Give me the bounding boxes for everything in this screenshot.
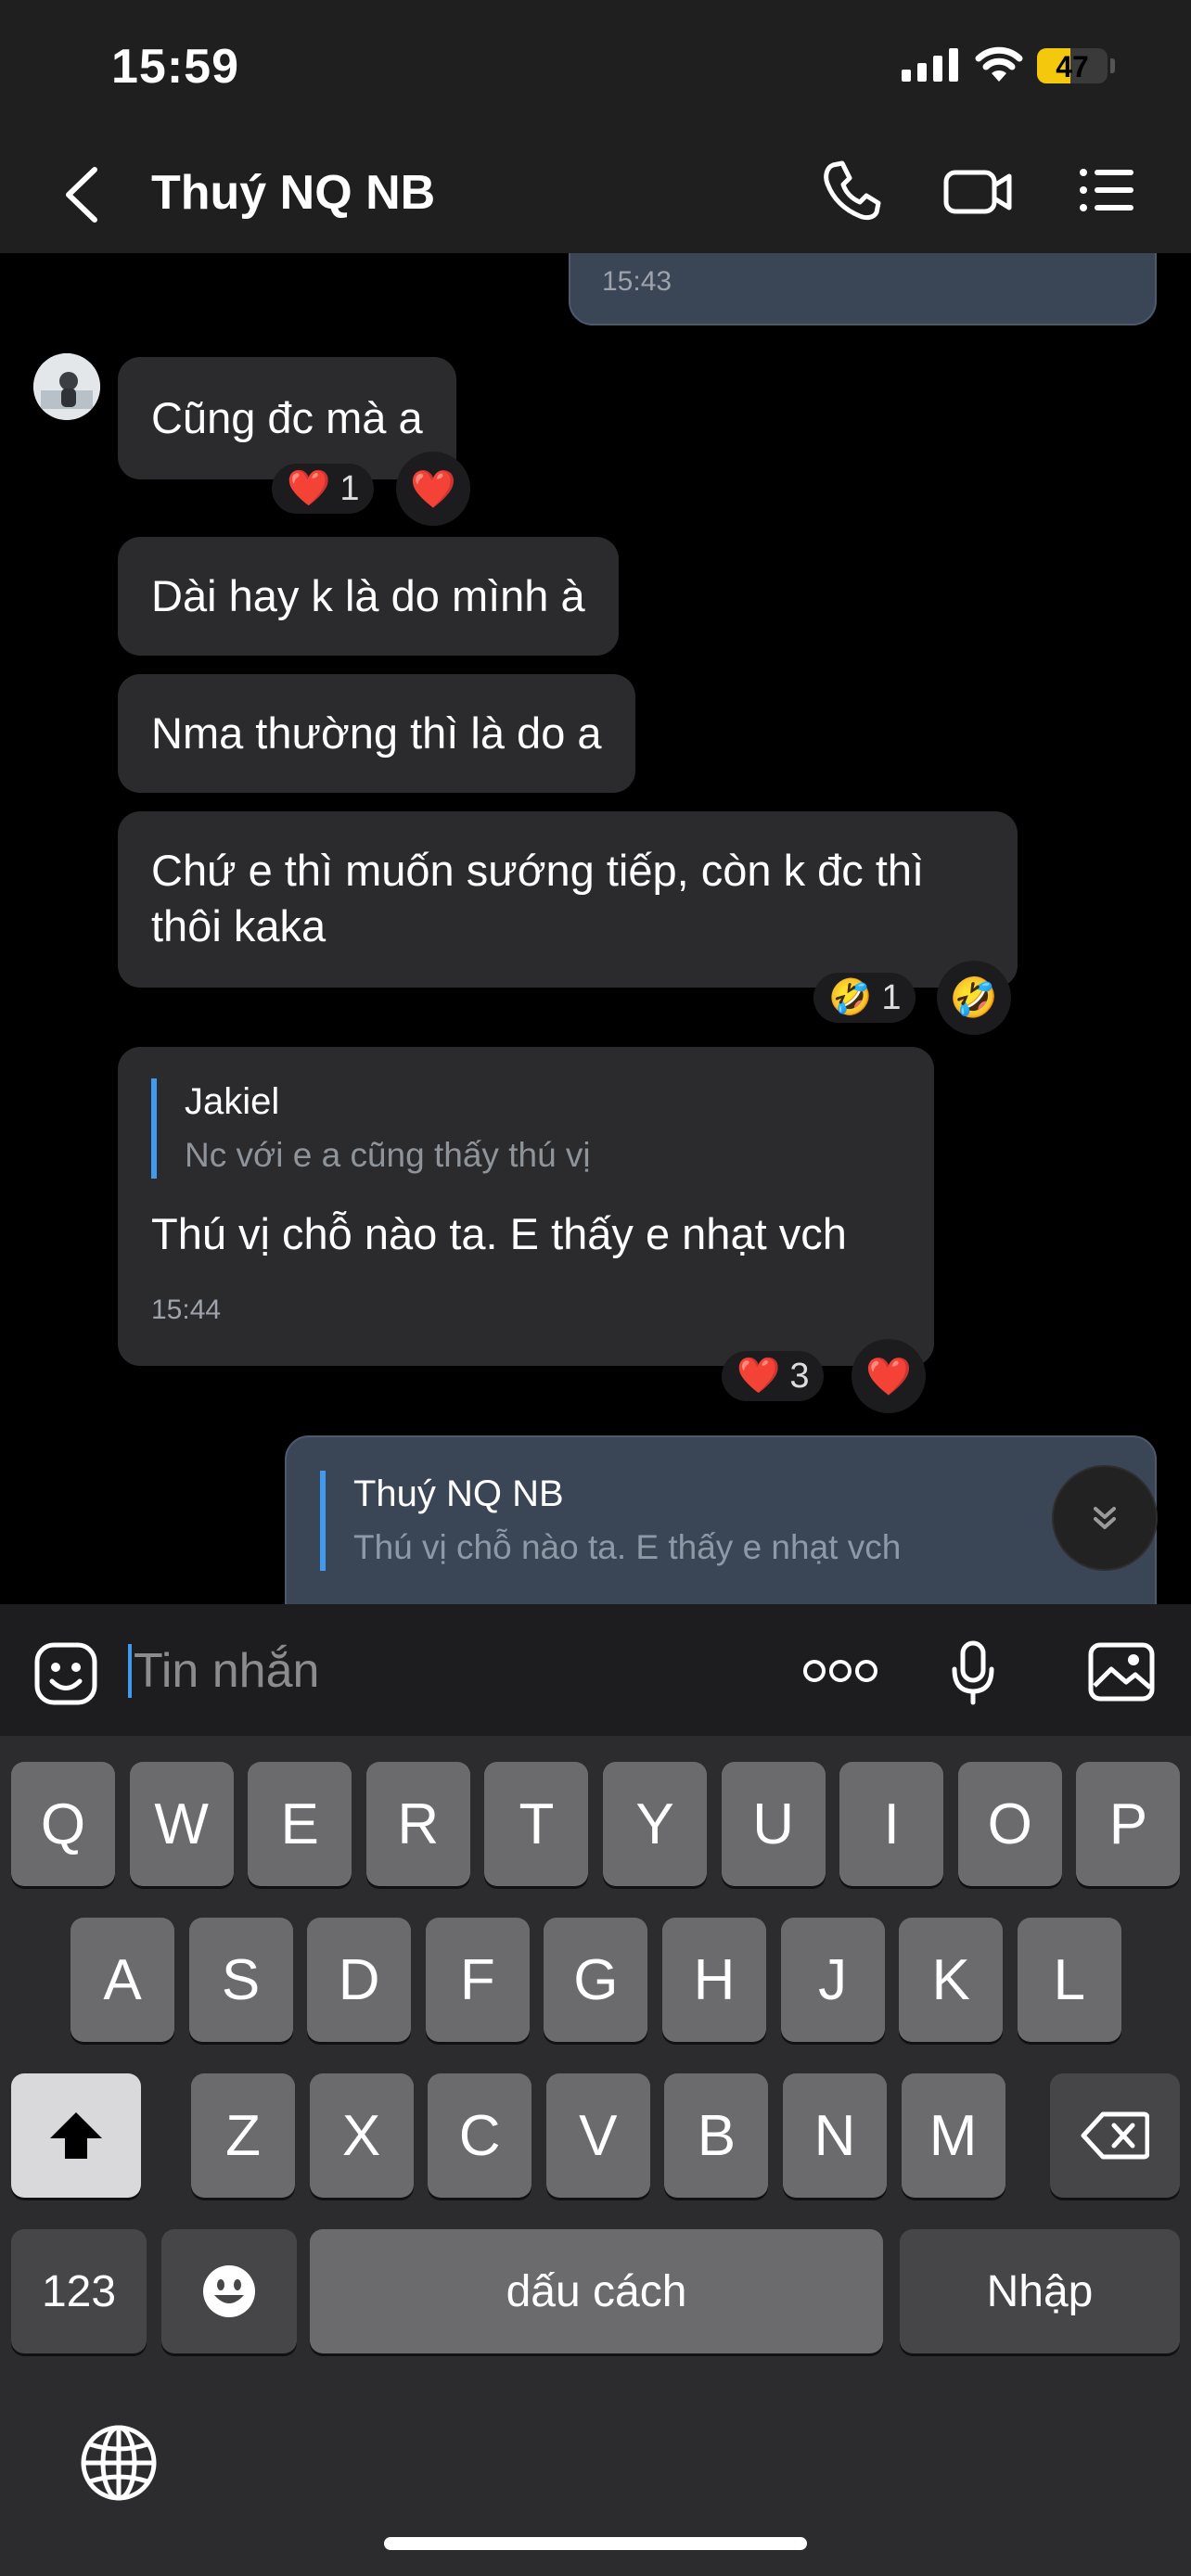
- key-s[interactable]: S: [188, 1918, 293, 2042]
- reaction-summary[interactable]: ❤️ 1: [272, 464, 375, 514]
- video-icon[interactable]: [942, 158, 1013, 223]
- microphone-icon[interactable]: [950, 1639, 996, 1706]
- double-chevron-down-icon: [1094, 1507, 1116, 1529]
- more-icon[interactable]: [801, 1656, 879, 1686]
- incoming-message[interactable]: Chứ e thì muốn sướng tiếp, còn k đc thì …: [118, 811, 1018, 988]
- incoming-message[interactable]: Nma thường thì là do a: [118, 674, 635, 793]
- heart-icon: ❤️: [287, 469, 331, 508]
- backspace-key[interactable]: [1050, 2073, 1180, 2198]
- reply-author: Jakiel: [185, 1081, 280, 1122]
- reaction-summary[interactable]: ❤️ 3: [722, 1351, 825, 1401]
- key-t[interactable]: T: [484, 1762, 589, 1886]
- shift-key[interactable]: [11, 2073, 141, 2198]
- key-l[interactable]: L: [1017, 1918, 1121, 2042]
- message-text-line: Chứ e thì muốn sướng tiếp, còn k đc thì: [151, 846, 925, 895]
- globe-icon[interactable]: [80, 2424, 158, 2502]
- reaction-button[interactable]: ❤️: [852, 1339, 926, 1413]
- enter-key[interactable]: Nhập: [900, 2229, 1180, 2353]
- emoji-icon: [203, 2265, 255, 2317]
- incoming-message[interactable]: Cũng đc mà a: [118, 357, 456, 479]
- reaction-button[interactable]: 🤣: [937, 961, 1011, 1035]
- message-text: Cũng đc mà a: [151, 393, 423, 442]
- avatar[interactable]: [33, 353, 100, 420]
- top-bar: 15:59 47 Thuý NQ NB: [0, 0, 1191, 253]
- message-text-line: thôi kaka: [151, 901, 327, 950]
- key-q[interactable]: Q: [11, 1762, 115, 1886]
- incoming-message[interactable]: Dài hay k là do mình à: [118, 537, 619, 656]
- key-f[interactable]: F: [425, 1918, 530, 2042]
- heart-icon: ❤️: [865, 1356, 912, 1397]
- back-chevron-icon[interactable]: [56, 162, 111, 227]
- status-time: 15:59: [111, 40, 239, 94]
- key-r[interactable]: R: [365, 1762, 470, 1886]
- scroll-to-bottom-button[interactable]: [1052, 1465, 1158, 1571]
- keyboard: QWERTYUIOP ASDFGHJKL ZXCVBNM 123 dấu các…: [0, 1736, 1191, 2576]
- key-v[interactable]: V: [545, 2073, 650, 2198]
- key-y[interactable]: Y: [603, 1762, 707, 1886]
- message-text: Nma thường thì là do a: [151, 708, 602, 758]
- message-text: Dài hay k là do mình à: [151, 571, 585, 620]
- key-n[interactable]: N: [783, 2073, 887, 2198]
- list-menu-icon[interactable]: [1076, 158, 1137, 223]
- image-icon[interactable]: [1087, 1641, 1156, 1702]
- battery-icon: 47: [1037, 48, 1108, 83]
- shift-arrow-icon: [50, 2112, 102, 2159]
- reply-author: Thuý NQ NB: [353, 1473, 564, 1514]
- reaction-count: 3: [789, 1356, 810, 1396]
- key-m[interactable]: M: [901, 2073, 1005, 2198]
- message-input[interactable]: Tin nhắn: [134, 1643, 319, 1699]
- key-p[interactable]: P: [1076, 1762, 1181, 1886]
- laughing-emoji-icon: 🤣: [828, 978, 873, 1017]
- numbers-key[interactable]: 123: [11, 2229, 147, 2353]
- chat-title[interactable]: Thuý NQ NB: [151, 165, 435, 221]
- phone-icon[interactable]: [820, 158, 881, 223]
- laughing-emoji-icon: 🤣: [949, 975, 999, 1019]
- reaction-summary[interactable]: 🤣 1: [813, 973, 916, 1023]
- key-g[interactable]: G: [544, 1918, 648, 2042]
- reaction-count: 1: [339, 468, 360, 508]
- composer-bar: Tin nhắn: [0, 1604, 1191, 1736]
- emoji-key[interactable]: [161, 2229, 297, 2353]
- sticker-icon[interactable]: [33, 1641, 98, 1706]
- key-u[interactable]: U: [721, 1762, 826, 1886]
- key-j[interactable]: J: [780, 1918, 885, 2042]
- heart-icon: ❤️: [736, 1357, 781, 1396]
- outgoing-message[interactable]: 15:43: [569, 253, 1157, 325]
- key-b[interactable]: B: [664, 2073, 769, 2198]
- message-time: 15:43: [602, 266, 672, 297]
- battery-percent: 47: [1056, 50, 1089, 83]
- cellular-signal-icon: [902, 48, 958, 82]
- reply-text: Nc với e a cũng thấy thú vị: [185, 1136, 591, 1174]
- key-e[interactable]: E: [248, 1762, 352, 1886]
- key-w[interactable]: W: [129, 1762, 234, 1886]
- key-d[interactable]: D: [307, 1918, 412, 2042]
- home-indicator[interactable]: [384, 2537, 807, 2550]
- key-z[interactable]: Z: [191, 2073, 295, 2198]
- space-key[interactable]: dấu cách: [310, 2229, 883, 2353]
- outgoing-reply-message[interactable]: Thuý NQ NB Thú vị chỗ nào ta. E thấy e n…: [285, 1435, 1157, 1604]
- key-i[interactable]: I: [839, 1762, 944, 1886]
- key-o[interactable]: O: [957, 1762, 1062, 1886]
- message-list[interactable]: 15:43 Cũng đc mà a ❤️ 1 ❤️ Dài hay k là …: [0, 253, 1191, 1604]
- reply-text: Thú vị chỗ nào ta. E thấy e nhạt vch: [353, 1528, 902, 1566]
- key-a[interactable]: A: [70, 1918, 174, 2042]
- key-c[interactable]: C: [428, 2073, 532, 2198]
- wifi-icon: [975, 46, 1023, 82]
- heart-icon: ❤️: [410, 468, 456, 510]
- message-text: Thú vị chỗ nào ta. E thấy e nhạt vch: [151, 1209, 847, 1258]
- reaction-count: 1: [881, 977, 902, 1017]
- reply-quote[interactable]: Thuý NQ NB Thú vị chỗ nào ta. E thấy e n…: [320, 1471, 1121, 1571]
- key-k[interactable]: K: [899, 1918, 1004, 2042]
- reaction-button[interactable]: ❤️: [396, 452, 470, 526]
- backspace-icon: [1081, 2111, 1149, 2160]
- key-h[interactable]: H: [662, 1918, 766, 2042]
- reply-quote[interactable]: Jakiel Nc với e a cũng thấy thú vị: [151, 1078, 901, 1179]
- message-time: 15:44: [151, 1294, 222, 1325]
- incoming-reply-message[interactable]: Jakiel Nc với e a cũng thấy thú vị Thú v…: [118, 1047, 934, 1366]
- key-x[interactable]: X: [309, 2073, 414, 2198]
